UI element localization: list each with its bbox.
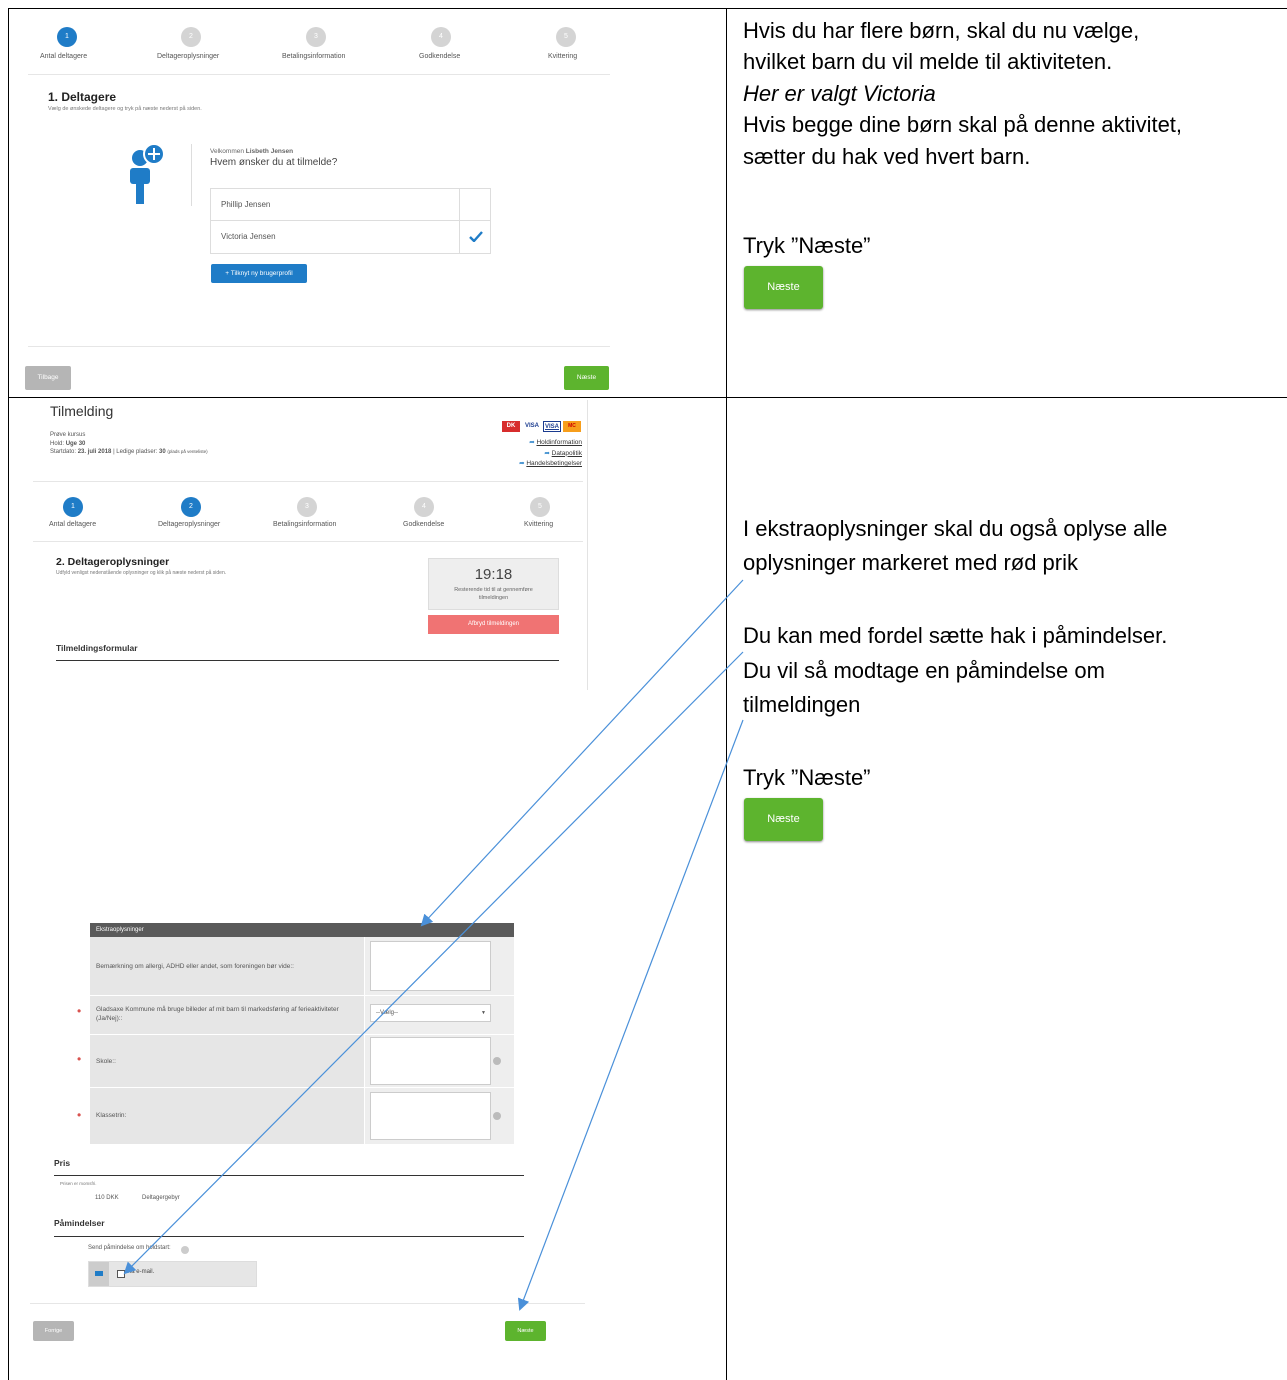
- arrow-to-reminder: [123, 651, 744, 1275]
- arrow-to-extra-info: [420, 579, 744, 927]
- arrow-to-next-button: [517, 719, 744, 1311]
- annotation-arrows: [123, 579, 744, 1311]
